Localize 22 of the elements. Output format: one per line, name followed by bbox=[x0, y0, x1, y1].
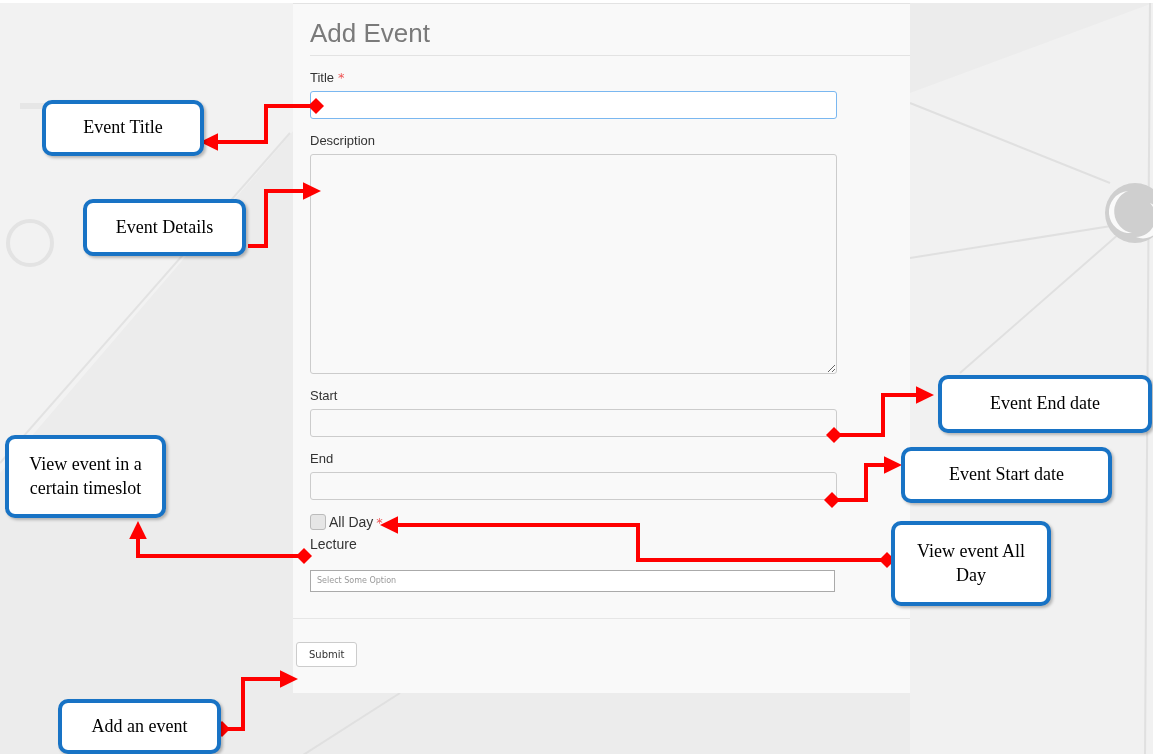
submit-button[interactable]: Submit bbox=[296, 642, 358, 667]
field-label: Description bbox=[310, 133, 376, 148]
callout-note: Event Details bbox=[83, 199, 246, 256]
checkbox[interactable] bbox=[310, 514, 326, 530]
checkbox-label: All Day bbox=[329, 514, 374, 530]
callout-note: Add an event bbox=[58, 699, 221, 754]
field-label: End bbox=[310, 451, 334, 466]
field-label: Lecture bbox=[310, 536, 357, 552]
required-mark: * bbox=[376, 514, 383, 530]
callout-note: View event in a certain timeslot bbox=[5, 435, 166, 518]
input-field[interactable] bbox=[310, 91, 837, 119]
form-title: Add Event bbox=[310, 18, 910, 56]
required-mark: * bbox=[338, 70, 345, 85]
callout-note: View event All Day bbox=[891, 521, 1051, 606]
input-field[interactable] bbox=[310, 409, 837, 437]
callout-note: Event End date bbox=[938, 375, 1152, 433]
input-field[interactable] bbox=[310, 472, 837, 500]
field-label: Title bbox=[310, 70, 335, 85]
description-field[interactable] bbox=[310, 154, 837, 374]
callout-note: Event Title bbox=[42, 100, 204, 156]
field-label: Start bbox=[310, 388, 338, 403]
callout-note: Event Start date bbox=[901, 447, 1112, 503]
